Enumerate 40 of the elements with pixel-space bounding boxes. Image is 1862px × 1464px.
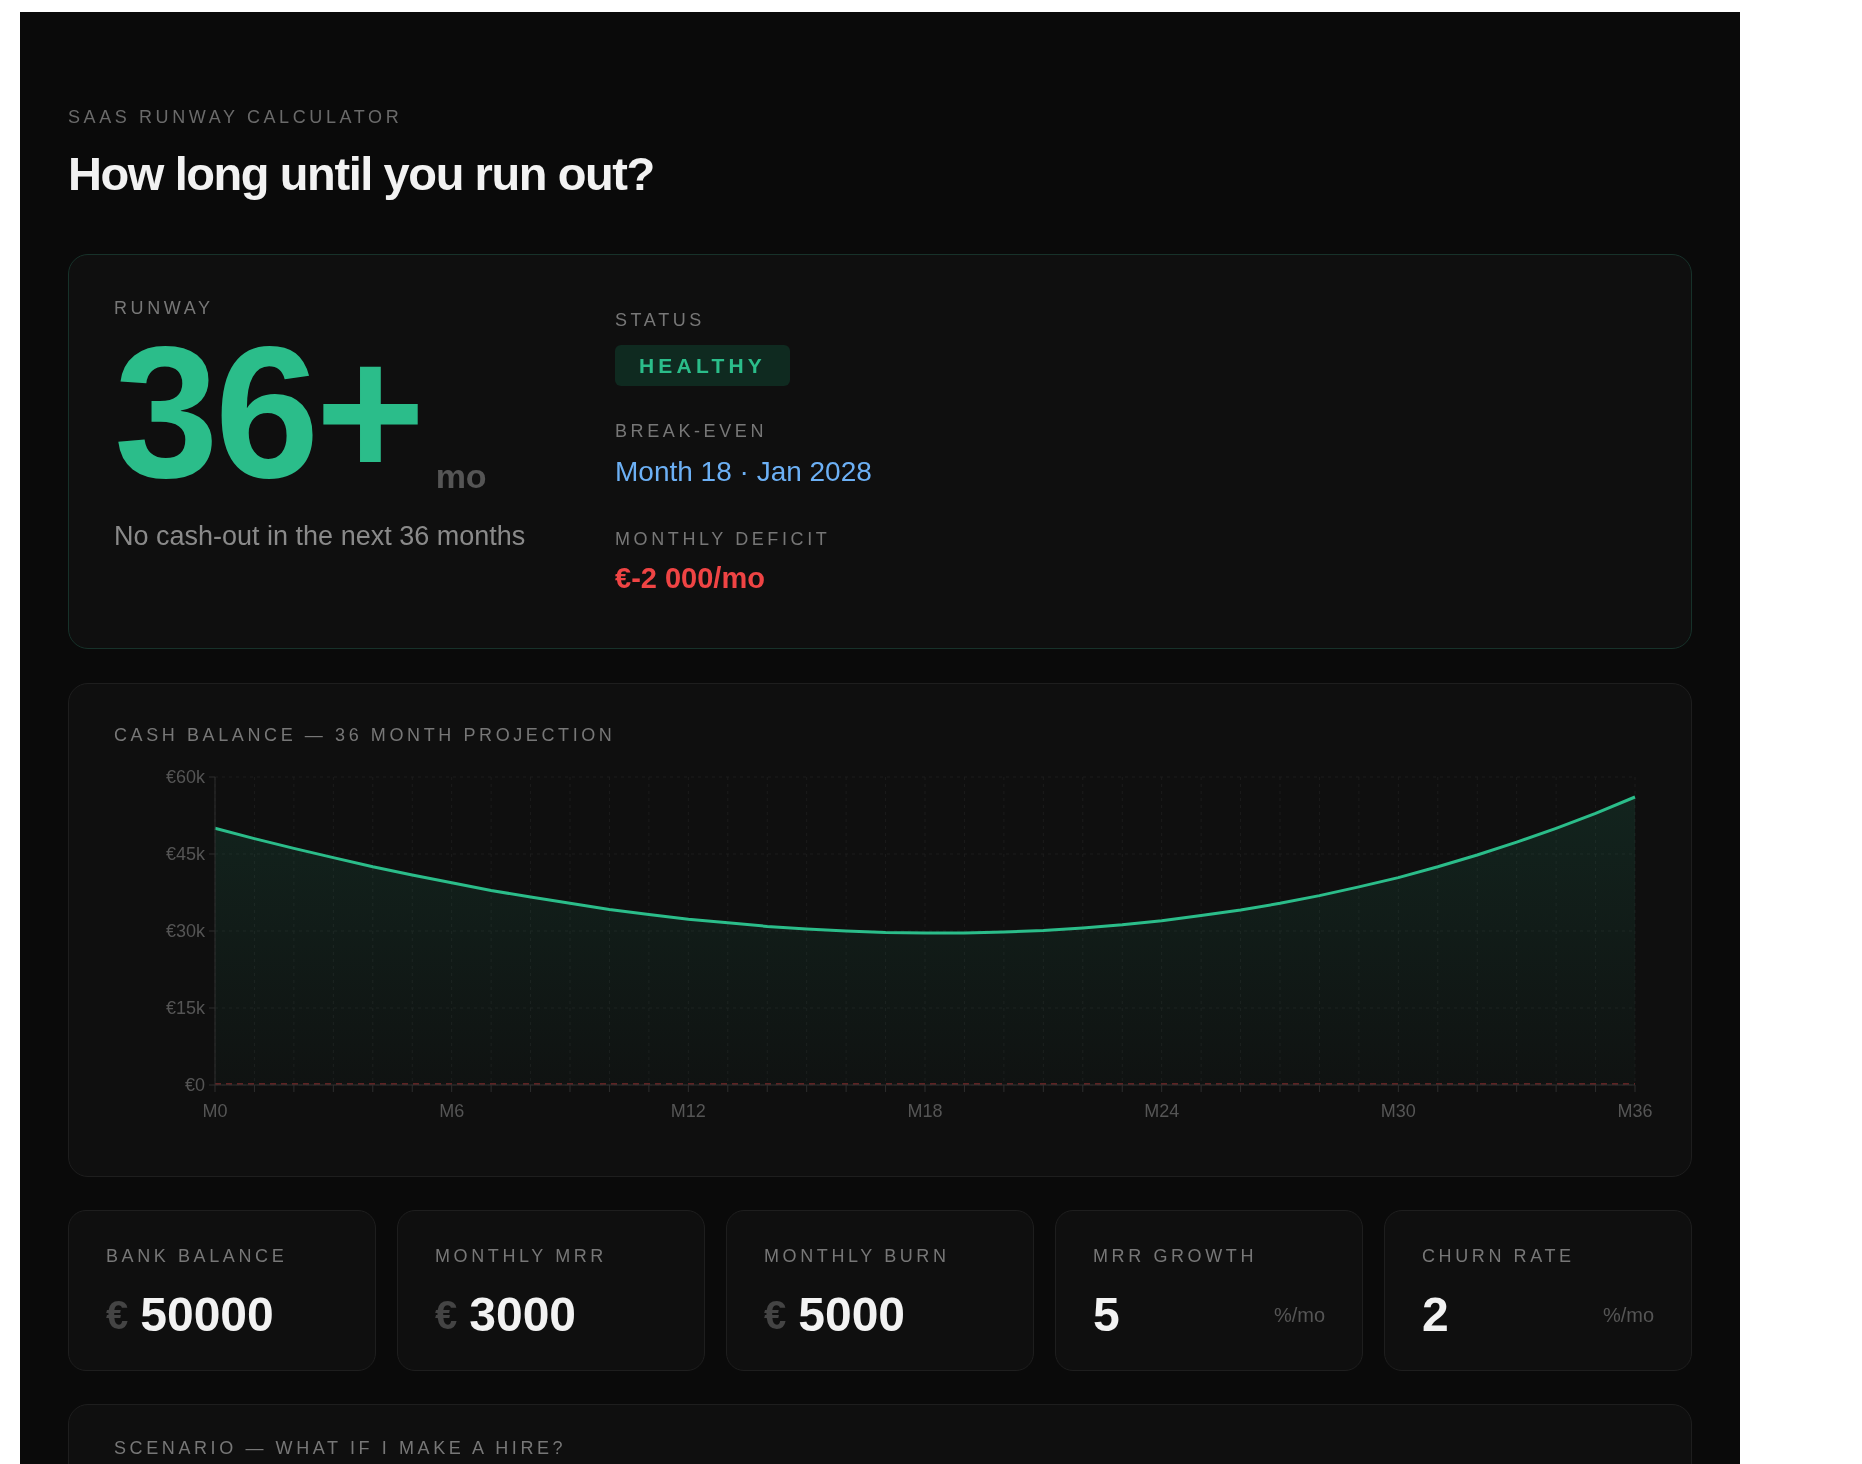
currency-symbol: € (764, 1294, 787, 1335)
y-axis-label: €15k (165, 998, 205, 1018)
break-even-label: BREAK-EVEN (615, 422, 769, 440)
x-axis-label: M6 (439, 1101, 465, 1121)
break-even-value: Month 18 · Jan 2028 (615, 458, 872, 486)
y-axis-label: €0 (184, 1075, 205, 1095)
runway-value: 36+ (114, 333, 422, 493)
x-axis-label: M12 (670, 1101, 706, 1121)
field-label: MRR GROWTH (1093, 1247, 1258, 1265)
field-label: BANK BALANCE (106, 1247, 289, 1265)
status-label: STATUS (615, 311, 706, 329)
x-axis-label: M36 (1617, 1101, 1653, 1121)
y-axis-label: €45k (165, 844, 205, 864)
currency-symbol: € (106, 1294, 129, 1335)
chart-title: CASH BALANCE — 36 MONTH PROJECTION (114, 726, 617, 744)
number-input[interactable]: 5000 (798, 1287, 996, 1342)
x-axis-label: M18 (907, 1101, 943, 1121)
y-axis-label: €60k (165, 767, 205, 787)
eyebrow-label: SAAS RUNWAY CALCULATOR (68, 108, 404, 126)
x-axis-label: M30 (1380, 1101, 1416, 1121)
x-axis-label: M0 (202, 1101, 228, 1121)
unit-label: %/mo (1602, 1304, 1654, 1325)
field-label: MONTHLY MRR (435, 1247, 608, 1265)
field-label: CHURN RATE (1422, 1247, 1576, 1265)
monthly-deficit-label: MONTHLY DEFICIT (615, 530, 832, 548)
number-input[interactable]: 3000 (469, 1287, 667, 1342)
field-label: MONTHLY BURN (764, 1247, 951, 1265)
status-badge: HEALTHY (615, 345, 790, 386)
currency-symbol: € (435, 1294, 458, 1335)
y-axis-label: €30k (165, 921, 205, 941)
runway-note: No cash-out in the next 36 months (114, 522, 527, 550)
number-input[interactable]: 5 (1093, 1287, 1274, 1342)
number-input[interactable]: 2 (1422, 1287, 1603, 1342)
scenario-title: SCENARIO — WHAT IF I MAKE A HIRE? (114, 1439, 568, 1457)
runway-unit: mo (435, 458, 487, 493)
number-input[interactable]: 50000 (140, 1287, 338, 1342)
x-axis-label: M24 (1144, 1101, 1180, 1121)
monthly-deficit-value: €-2 000/mo (615, 564, 766, 593)
runway-label: RUNWAY (114, 299, 215, 317)
unit-label: %/mo (1273, 1304, 1325, 1325)
